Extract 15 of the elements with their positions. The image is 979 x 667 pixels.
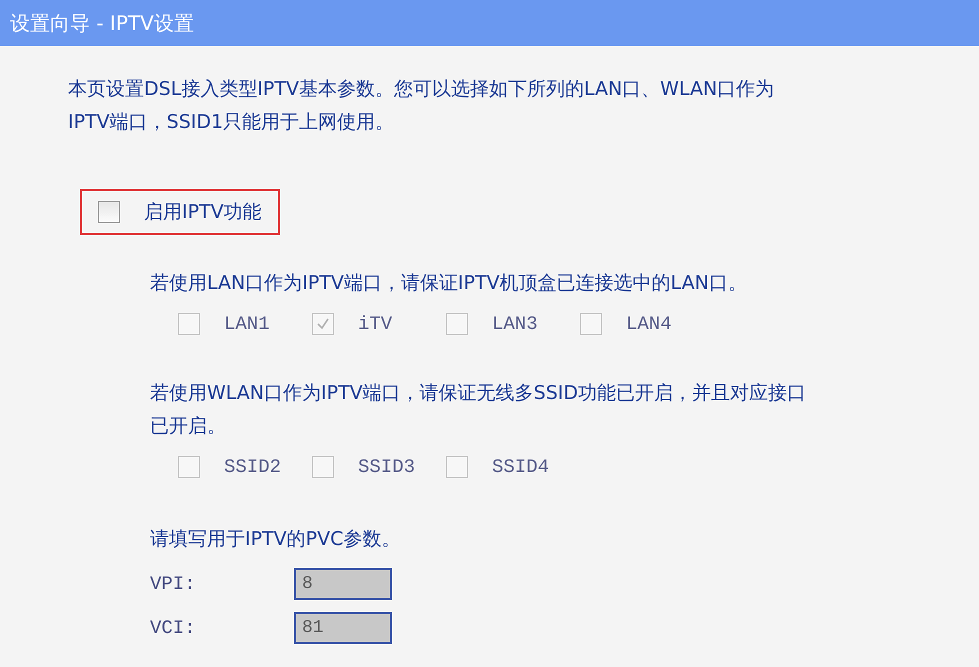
- instruction-text: 请填写用于IPTV的PVC参数。: [150, 527, 402, 552]
- checkbox-label: SSID4: [492, 454, 550, 480]
- checkbox-label: LAN4: [626, 312, 673, 337]
- instruction-text: 若使用WLAN口作为IPTV端口，请保证无线多SSID功能已开启，并且对应接口 已开启。: [150, 380, 808, 438]
- enable-option[interactable]: 启用IPTV功能: [80, 189, 280, 235]
- intro-text: 本页设置DSL接入类型IPTV基本参数。您可以选择如下所列的LAN口、WLAN口作为 IPTV端口，SSID1只能用于上网使用。: [68, 77, 776, 135]
- field-label: VCI:: [150, 616, 197, 641]
- checkbox-label: LAN1: [224, 312, 271, 337]
- checkbox-label: SSID2: [224, 454, 282, 480]
- window-title: 设置向导 - IPTV设置: [0, 0, 979, 46]
- field-label: VPI:: [150, 572, 197, 597]
- instruction-text: 若使用LAN口作为IPTV端口，请保证IPTV机顶盒已连接选中的LAN口。: [150, 271, 748, 296]
- checkbox-label: SSID3: [358, 454, 416, 480]
- checkbox-label: iTV: [358, 312, 394, 337]
- checkbox-label: LAN3: [492, 312, 539, 337]
